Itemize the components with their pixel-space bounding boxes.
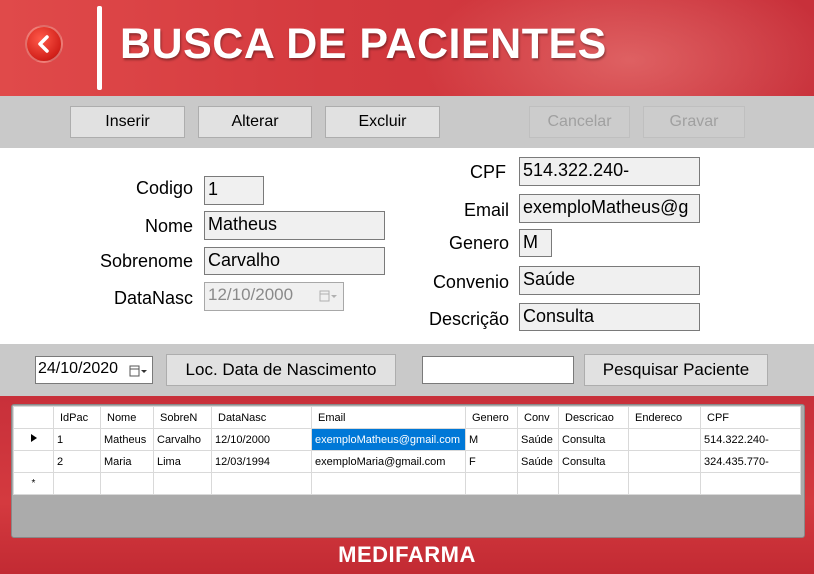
gravar-button[interactable]: Gravar — [643, 106, 745, 138]
page-title: BUSCA DE PACIENTES — [120, 20, 607, 68]
cell[interactable]: Lima — [153, 450, 212, 473]
cell[interactable]: Saúde — [517, 450, 559, 473]
calendar-dropdown-icon[interactable] — [319, 289, 339, 303]
excluir-button[interactable]: Excluir — [325, 106, 440, 138]
cpf-field[interactable]: 514.322.240- — [519, 157, 700, 186]
cell[interactable]: exemploMaria@gmail.com — [311, 450, 466, 473]
alterar-button[interactable]: Alterar — [198, 106, 312, 138]
column-header[interactable]: Conv — [517, 406, 559, 429]
cell[interactable]: M — [465, 428, 518, 451]
cell[interactable]: 1 — [53, 428, 101, 451]
results-area: IdPac Nome SobreN DataNasc Email Genero … — [0, 396, 814, 574]
patients-grid[interactable]: IdPac Nome SobreN DataNasc Email Genero … — [11, 404, 805, 538]
column-header[interactable]: SobreN — [153, 406, 212, 429]
action-toolbar: Inserir Alterar Excluir Cancelar Gravar — [0, 96, 814, 148]
row-header-corner — [13, 406, 54, 429]
table-row[interactable]: 2 Maria Lima 12/03/1994 exemploMaria@gma… — [13, 450, 801, 473]
datanasc-label: DataNasc — [113, 288, 193, 308]
chevron-left-icon — [38, 35, 49, 53]
cell[interactable]: Matheus — [100, 428, 154, 451]
datanasc-picker[interactable]: 12/10/2000 — [204, 282, 344, 311]
cell[interactable] — [700, 472, 801, 495]
column-header[interactable]: Genero — [465, 406, 518, 429]
cell[interactable] — [100, 472, 154, 495]
codigo-label: Codigo — [135, 178, 193, 198]
cancelar-button[interactable]: Cancelar — [529, 106, 630, 138]
cell[interactable]: F — [465, 450, 518, 473]
genero-label: Genero — [448, 233, 509, 253]
cell[interactable] — [211, 472, 312, 495]
cell[interactable] — [53, 472, 101, 495]
cell[interactable]: 514.322.240- — [700, 428, 801, 451]
new-row-marker: * — [13, 472, 54, 495]
column-header[interactable]: DataNasc — [211, 406, 312, 429]
cell[interactable] — [153, 472, 212, 495]
date-filter-value: 24/10/2020 — [38, 360, 119, 377]
cell[interactable]: 324.435.770- — [700, 450, 801, 473]
cell[interactable] — [517, 472, 559, 495]
loc-data-nascimento-button[interactable]: Loc. Data de Nascimento — [166, 354, 396, 386]
cell[interactable] — [628, 450, 701, 473]
cell[interactable]: Consulta — [558, 428, 629, 451]
sobrenome-field[interactable]: Carvalho — [204, 247, 385, 275]
brand-logo: MEDIFARMA — [338, 542, 476, 567]
convenio-field[interactable]: Saúde — [519, 266, 700, 295]
new-row[interactable]: * — [13, 472, 801, 495]
search-bar: 24/10/2020 Loc. Data de Nascimento Pesqu… — [0, 344, 814, 396]
sobrenome-label: Sobrenome — [99, 251, 193, 271]
date-filter-picker[interactable]: 24/10/2020 — [35, 356, 153, 384]
descricao-label: Descrição — [428, 309, 509, 329]
cpf-label: CPF — [470, 162, 506, 182]
table-row[interactable]: 1 Matheus Carvalho 12/10/2000 exemploMat… — [13, 428, 801, 451]
cell-selected[interactable]: exemploMatheus@gmail.com — [311, 428, 466, 451]
column-header[interactable]: IdPac — [53, 406, 101, 429]
cell[interactable] — [628, 428, 701, 451]
cell[interactable] — [628, 472, 701, 495]
cell[interactable]: Carvalho — [153, 428, 212, 451]
email-field[interactable]: exemploMatheus@g — [519, 194, 700, 223]
row-header[interactable] — [13, 450, 54, 473]
descricao-field[interactable]: Consulta — [519, 303, 700, 331]
row-pointer-icon — [30, 434, 37, 442]
convenio-label: Convenio — [432, 272, 509, 292]
patient-form: Codigo 1 Nome Matheus Sobrenome Carvalho… — [0, 148, 814, 344]
cell[interactable] — [311, 472, 466, 495]
inserir-button[interactable]: Inserir — [70, 106, 185, 138]
column-header[interactable]: CPF — [700, 406, 801, 429]
back-button[interactable] — [25, 25, 63, 63]
column-header[interactable]: Descricao — [558, 406, 629, 429]
column-header[interactable]: Email — [311, 406, 466, 429]
cell[interactable]: 12/10/2000 — [211, 428, 312, 451]
cell[interactable] — [465, 472, 518, 495]
cell[interactable]: Maria — [100, 450, 154, 473]
pesquisar-paciente-button[interactable]: Pesquisar Paciente — [584, 354, 768, 386]
datanasc-value: 12/10/2000 — [208, 285, 294, 304]
column-header[interactable]: Nome — [100, 406, 154, 429]
cell[interactable] — [558, 472, 629, 495]
email-label: Email — [463, 200, 509, 220]
codigo-field[interactable]: 1 — [204, 176, 264, 205]
cell[interactable]: 12/03/1994 — [211, 450, 312, 473]
header-banner: BUSCA DE PACIENTES — [0, 0, 814, 96]
patients-table: IdPac Nome SobreN DataNasc Email Genero … — [13, 406, 801, 495]
header-divider — [97, 6, 102, 90]
column-header[interactable]: Endereco — [628, 406, 701, 429]
nome-label: Nome — [144, 216, 193, 236]
genero-field[interactable]: M — [519, 229, 552, 257]
search-input[interactable] — [422, 356, 574, 384]
nome-field[interactable]: Matheus — [204, 211, 385, 240]
current-row-indicator[interactable] — [13, 428, 54, 451]
cell[interactable]: 2 — [53, 450, 101, 473]
calendar-dropdown-icon[interactable] — [129, 364, 149, 378]
cell[interactable]: Consulta — [558, 450, 629, 473]
cell[interactable]: Saúde — [517, 428, 559, 451]
